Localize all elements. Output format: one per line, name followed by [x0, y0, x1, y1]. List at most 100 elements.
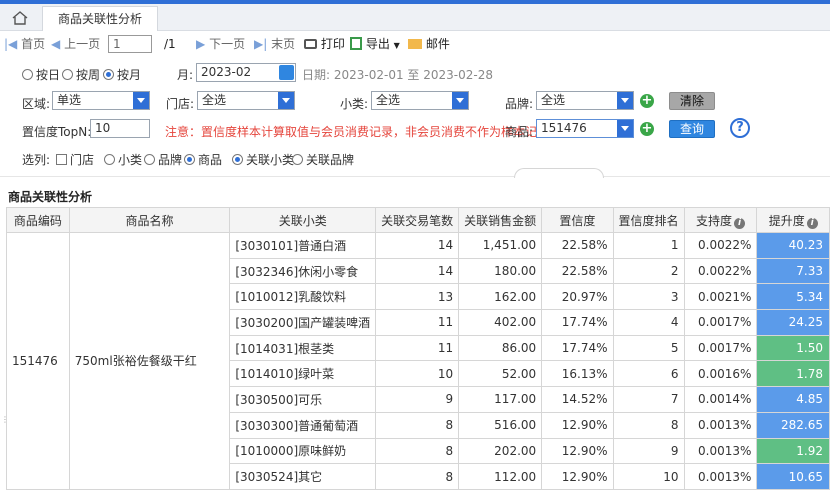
confidence-rank-cell: 5 — [612, 334, 685, 362]
header-assoc-category[interactable]: 关联小类 — [229, 207, 377, 233]
header-confidence[interactable]: 置信度 — [541, 207, 614, 233]
lift-cell: 1.92 — [756, 437, 830, 465]
brand-select[interactable]: 全选 — [536, 91, 634, 110]
last-page-button[interactable]: ▶| 末页 — [254, 36, 295, 52]
col-product-radio[interactable]: 商品 — [184, 151, 222, 168]
region-select[interactable]: 单选 — [52, 91, 150, 110]
header-assoc-count[interactable]: 关联交易笔数 — [375, 207, 460, 233]
category-select[interactable]: 全选 — [371, 91, 469, 110]
lift-cell: 10.65 — [756, 463, 830, 490]
header-support[interactable]: 支持度 i — [683, 207, 758, 233]
period-week-radio[interactable]: 按周 — [62, 66, 100, 83]
assoc-amount-cell: 162.00 — [458, 283, 543, 311]
assoc-amount-cell: 402.00 — [458, 309, 543, 336]
chevron-down-icon — [617, 120, 633, 137]
chevron-down-icon — [278, 92, 294, 109]
next-page-button[interactable]: ▶ 下一页 — [196, 36, 245, 52]
support-cell: 0.0022% — [683, 232, 758, 259]
assoc-category-cell: [3030524]其它 — [229, 463, 377, 490]
lift-cell: 4.85 — [756, 386, 830, 413]
filter-panel: 按日 按周 按月 月: 2023-02 日期: 2023-02-01 至 202… — [0, 57, 830, 175]
next-page-icon: ▶ — [196, 37, 206, 51]
mail-button[interactable]: 邮件 — [408, 36, 450, 52]
page-total: /1 — [164, 37, 176, 51]
export-icon — [350, 37, 362, 50]
confidence-cell: 17.74% — [541, 334, 614, 362]
print-button[interactable]: 打印 — [304, 36, 345, 52]
resize-grip-icon[interactable]: ⋮ — [1, 416, 9, 428]
assoc-amount-cell: 1,451.00 — [458, 232, 543, 259]
col-category-radio[interactable]: 小类 — [104, 151, 142, 168]
col-assoc-brand-radio[interactable]: 关联品牌 — [292, 151, 354, 168]
period-month-radio[interactable]: 按月 — [103, 66, 141, 83]
last-page-icon: ▶| — [254, 37, 268, 51]
assoc-amount-cell: 52.00 — [458, 360, 543, 388]
assoc-count-cell: 10 — [375, 360, 460, 388]
mail-icon — [408, 39, 422, 49]
assoc-count-cell: 8 — [375, 463, 460, 490]
add-product-icon[interactable]: + — [640, 122, 654, 136]
header-product-code[interactable]: 商品编码 — [6, 207, 70, 233]
topn-label: 置信度TopN: — [22, 125, 92, 139]
assoc-category-cell: [3030101]普通白酒 — [229, 232, 377, 259]
header-product-name[interactable]: 商品名称 — [68, 207, 231, 233]
tab-bar: 商品关联性分析 — [0, 4, 830, 31]
support-cell: 0.0017% — [683, 309, 758, 336]
help-icon[interactable]: ? — [730, 118, 750, 138]
topn-input[interactable]: 10 — [90, 119, 150, 138]
query-button[interactable]: 查询 — [669, 120, 715, 138]
confidence-cell: 17.74% — [541, 309, 614, 336]
product-select[interactable]: 151476 — [536, 119, 634, 138]
confidence-cell: 16.13% — [541, 360, 614, 388]
confidence-cell: 22.58% — [541, 257, 614, 285]
info-icon[interactable]: i — [806, 217, 818, 229]
calendar-icon[interactable] — [279, 65, 294, 80]
header-confidence-rank[interactable]: 置信度排名 — [612, 207, 685, 233]
page-number-input[interactable]: 1 — [108, 35, 152, 53]
support-cell: 0.0013% — [683, 437, 758, 465]
export-button[interactable]: 导出 ▼ — [350, 36, 400, 52]
chevron-down-icon: ▼ — [393, 41, 400, 50]
support-cell: 0.0013% — [683, 463, 758, 490]
prev-page-button[interactable]: ◀ 上一页 — [51, 36, 100, 52]
col-store-checkbox[interactable]: 门店 — [56, 151, 94, 168]
assoc-count-cell: 14 — [375, 232, 460, 259]
header-assoc-amount[interactable]: 关联销售金额 — [458, 207, 543, 233]
info-icon[interactable]: i — [733, 217, 745, 229]
confidence-rank-cell: 3 — [612, 283, 685, 311]
support-cell: 0.0022% — [683, 257, 758, 285]
confidence-rank-cell: 6 — [612, 360, 685, 388]
chevron-down-icon — [133, 92, 149, 109]
lift-cell: 7.33 — [756, 257, 830, 285]
assoc-count-cell: 11 — [375, 334, 460, 362]
month-input[interactable]: 2023-02 — [196, 63, 296, 82]
confidence-cell: 12.90% — [541, 437, 614, 465]
store-select[interactable]: 全选 — [197, 91, 295, 110]
assoc-count-cell: 8 — [375, 437, 460, 465]
support-cell: 0.0021% — [683, 283, 758, 311]
first-page-button[interactable]: |◀ 首页 — [4, 36, 45, 52]
assoc-amount-cell: 112.00 — [458, 463, 543, 490]
divider — [0, 176, 830, 177]
assoc-amount-cell: 202.00 — [458, 437, 543, 465]
assoc-count-cell: 8 — [375, 411, 460, 439]
col-brand-radio[interactable]: 品牌 — [144, 151, 182, 168]
assoc-category-cell: [1014031]根茎类 — [229, 334, 377, 362]
lift-cell: 40.23 — [756, 232, 830, 259]
period-day-radio[interactable]: 按日 — [22, 66, 60, 83]
home-icon[interactable] — [10, 10, 30, 26]
confidence-cell: 12.90% — [541, 411, 614, 439]
product-name-cell: 750ml张裕佐餐级干红 — [68, 232, 231, 490]
collapse-handle[interactable] — [514, 168, 604, 178]
add-brand-icon[interactable]: + — [640, 94, 654, 108]
product-code-cell: 151476 — [6, 232, 70, 490]
assoc-count-cell: 9 — [375, 386, 460, 413]
first-page-icon: |◀ — [4, 37, 18, 51]
support-cell: 0.0017% — [683, 334, 758, 362]
header-lift[interactable]: 提升度 i — [756, 207, 830, 233]
chevron-down-icon — [617, 92, 633, 109]
tab-product-association[interactable]: 商品关联性分析 — [42, 6, 158, 31]
lift-cell: 24.25 — [756, 309, 830, 336]
clear-button[interactable]: 清除 — [669, 92, 715, 110]
col-assoc-category-radio[interactable]: 关联小类 — [232, 151, 294, 168]
